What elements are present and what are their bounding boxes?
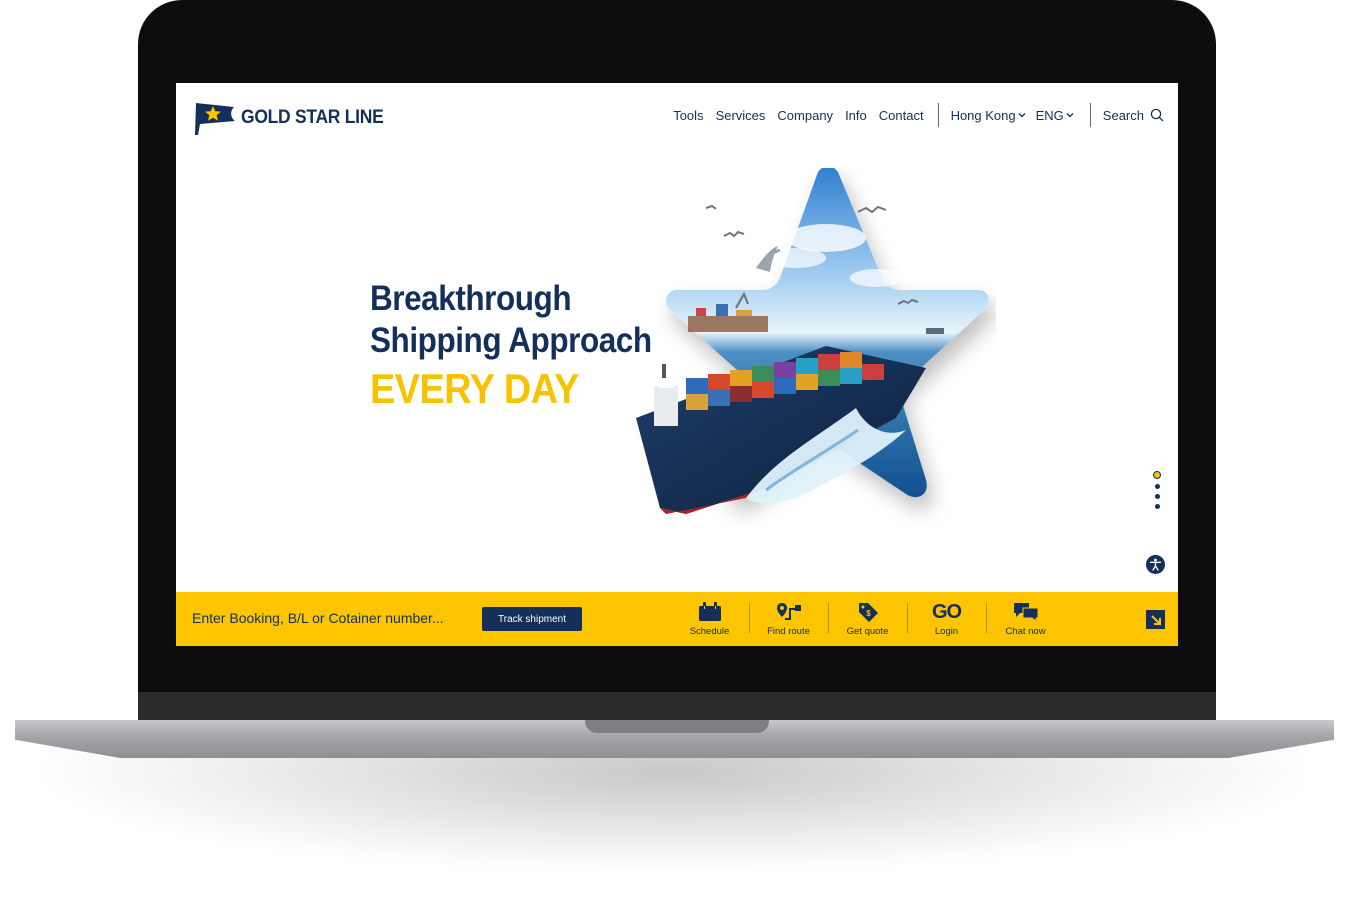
website-screen: GOLD STAR LINE Tools Services Company In… <box>176 83 1178 646</box>
track-shipment-button[interactable]: Track shipment <box>482 607 582 631</box>
chevron-down-icon <box>1018 113 1026 118</box>
brand-logo[interactable]: GOLD STAR LINE <box>194 101 396 135</box>
nav-info[interactable]: Info <box>845 108 867 123</box>
chevron-down-icon <box>1066 113 1074 118</box>
search-label: Search <box>1102 107 1144 123</box>
carousel-dot-active[interactable] <box>1153 471 1161 479</box>
nav-contact[interactable]: Contact <box>879 108 924 123</box>
language-selector[interactable]: ENG <box>1036 108 1074 123</box>
expand-bar-button[interactable] <box>1146 610 1165 629</box>
quick-actions-bar: Track shipment Schedule <box>176 592 1178 646</box>
quick-link-label: Login <box>934 626 959 637</box>
quick-links: Schedule Find route $ Get quote GO Login… <box>670 601 1065 639</box>
search-icon <box>1150 108 1164 122</box>
laptop-mockup: GOLD STAR LINE Tools Services Company In… <box>0 0 1347 919</box>
nav-tools[interactable]: Tools <box>673 108 703 123</box>
quick-link-label: Chat now <box>1005 626 1046 637</box>
calendar-icon <box>698 602 721 621</box>
search-button[interactable]: Search <box>1103 108 1164 123</box>
carousel-dot[interactable] <box>1154 484 1160 489</box>
nav-company[interactable]: Company <box>777 108 833 123</box>
hero-carousel-pager <box>1153 471 1161 514</box>
arrow-down-right-icon <box>1150 614 1161 625</box>
brand-name: GOLD STAR LINE <box>241 107 384 128</box>
quick-link-login[interactable]: GO Login <box>907 601 986 639</box>
quick-link-label: Schedule <box>689 626 730 637</box>
quick-link-get-quote[interactable]: $ Get quote <box>828 601 907 639</box>
hero-star-ship-image <box>636 168 989 514</box>
laptop-bezel-bottom <box>138 692 1216 722</box>
region-label: Hong Kong <box>950 107 1016 123</box>
nav-divider <box>937 103 939 127</box>
svg-text:$: $ <box>866 609 871 618</box>
accessibility-button[interactable] <box>1146 555 1165 574</box>
main-nav: Tools Services Company Info Contact Hong… <box>661 103 1164 127</box>
quick-link-find-route[interactable]: Find route <box>749 601 828 639</box>
nav-divider <box>1089 103 1091 127</box>
quick-link-schedule[interactable]: Schedule <box>670 601 749 639</box>
tracking-number-input[interactable] <box>192 606 462 630</box>
language-label: ENG <box>1035 107 1064 123</box>
carousel-dot[interactable] <box>1154 494 1160 499</box>
carousel-dot[interactable] <box>1154 504 1160 509</box>
region-selector[interactable]: Hong Kong <box>951 108 1026 123</box>
hero-highlight: EVERY DAY <box>370 365 579 412</box>
accessibility-icon <box>1149 558 1162 571</box>
chat-bubbles-icon <box>1013 603 1038 622</box>
route-icon <box>776 603 801 620</box>
nav-services[interactable]: Services <box>716 108 766 123</box>
quick-link-label: Find route <box>767 626 810 637</box>
quick-link-chat-now[interactable]: Chat now <box>986 601 1065 639</box>
price-tag-icon: $ <box>858 603 878 622</box>
star-flag-icon <box>195 103 235 135</box>
laptop-notch <box>585 720 769 733</box>
go-logo-icon: GO <box>931 601 962 623</box>
quick-link-label: Get quote <box>846 626 889 637</box>
